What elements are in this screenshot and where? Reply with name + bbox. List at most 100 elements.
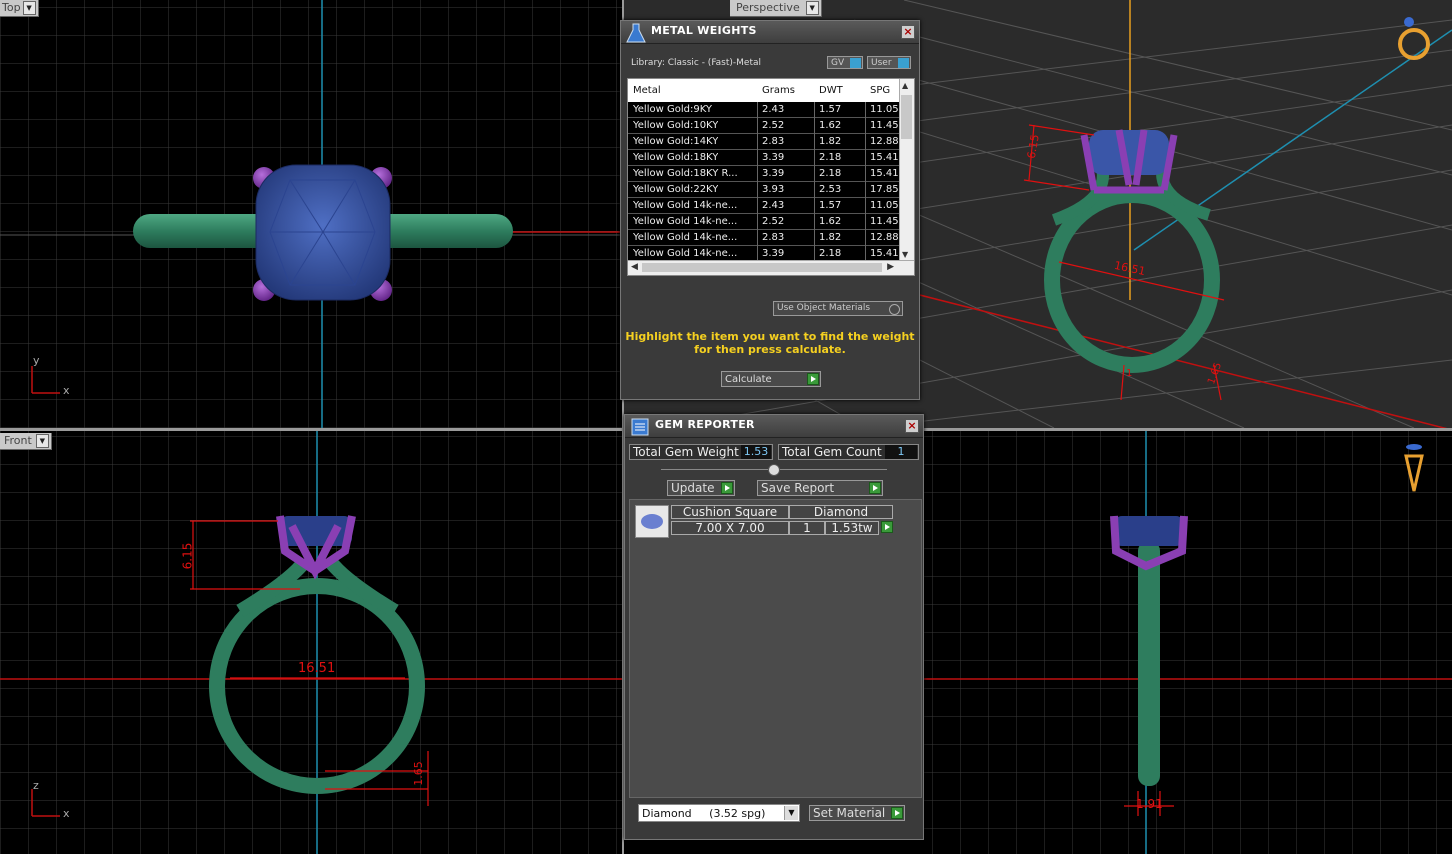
play-arrow-icon xyxy=(721,482,733,494)
table-row[interactable]: Yellow Gold 14k-ne... 2.83 1.82 12.88 xyxy=(628,230,900,246)
viewport-name: Front xyxy=(4,434,32,447)
cell-dwt: 1.62 xyxy=(819,216,842,227)
viewport-label-top[interactable]: Top ▼ xyxy=(0,0,39,17)
axis-label-z: z xyxy=(33,779,39,792)
column-divider xyxy=(814,166,815,182)
cell-metal: Yellow Gold 14k-ne... xyxy=(633,216,738,227)
gem-list[interactable]: Cushion Square Diamond 7.00 X 7.00 1 1.5… xyxy=(629,499,922,798)
table-row[interactable]: Yellow Gold 14k-ne... 2.43 1.57 11.05 xyxy=(628,198,900,214)
table-row[interactable]: Yellow Gold 14k-ne... 2.52 1.62 11.45 xyxy=(628,214,900,230)
column-divider xyxy=(757,150,758,166)
total-gem-weight-value: 1.53 xyxy=(741,445,771,459)
cell-grams: 3.39 xyxy=(762,168,785,179)
cell-metal: Yellow Gold 14k-ne... xyxy=(633,248,738,259)
viewport-dropdown-icon[interactable]: ▼ xyxy=(35,434,49,448)
metal-weights-table[interactable]: Metal Grams DWT SPG Yellow Gold:9KY 2.43 1… xyxy=(627,78,915,276)
cell-metal: Yellow Gold:14KY xyxy=(633,136,719,147)
cell-grams: 3.39 xyxy=(762,152,785,163)
scroll-thumb[interactable] xyxy=(642,263,882,272)
toggle-icon xyxy=(850,58,861,68)
gem-weight-cell: 1.53tw xyxy=(825,521,879,535)
column-divider xyxy=(757,166,758,182)
column-divider xyxy=(757,198,758,214)
metal-weights-titlebar[interactable]: METAL WEIGHTS × xyxy=(621,21,919,44)
close-icon[interactable]: × xyxy=(901,25,915,39)
chevron-down-icon[interactable]: ▼ xyxy=(784,806,798,820)
column-header-grams[interactable]: Grams xyxy=(762,85,795,96)
close-icon[interactable]: × xyxy=(905,419,919,433)
save-report-label: Save Report xyxy=(761,481,835,495)
update-button[interactable]: Update xyxy=(667,480,735,496)
column-divider xyxy=(865,166,866,182)
calculate-label: Calculate xyxy=(725,374,772,385)
table-row[interactable]: Yellow Gold:14KY 2.83 1.82 12.88 xyxy=(628,134,900,150)
scroll-left-icon[interactable]: ◀ xyxy=(631,262,638,272)
column-divider xyxy=(814,198,815,214)
dimension-label: 1.91 xyxy=(1136,797,1163,811)
set-material-button[interactable]: Set Material xyxy=(809,805,905,821)
column-divider xyxy=(814,150,815,166)
material-select[interactable]: Diamond (3.52 spg) ▼ xyxy=(638,804,800,822)
gem-reporter-panel[interactable]: GEM REPORTER × Total Gem Weight 1.53 Tot… xyxy=(624,414,924,840)
cell-grams: 2.52 xyxy=(762,120,785,131)
cushion-gem-thumbnail-icon xyxy=(635,505,669,538)
toggle-icon xyxy=(898,58,909,68)
viewport-dropdown-icon[interactable]: ▼ xyxy=(805,1,819,15)
table-row[interactable]: Yellow Gold:9KY 2.43 1.57 11.05 xyxy=(628,102,900,118)
radio-icon xyxy=(889,304,900,315)
table-vertical-scrollbar[interactable]: ▲ ▼ xyxy=(899,79,914,261)
table-row[interactable]: Yellow Gold:18KY R... 3.39 2.18 15.41 xyxy=(628,166,900,182)
panel-title: GEM REPORTER xyxy=(655,418,755,431)
use-object-materials-label: Use Object Materials xyxy=(777,303,871,313)
cell-grams: 3.39 xyxy=(762,248,785,259)
top-viewport[interactable]: Top ▼ y x xyxy=(0,0,622,428)
use-object-materials-toggle[interactable]: Use Object Materials xyxy=(773,301,903,316)
play-arrow-icon xyxy=(881,521,893,533)
gv-toggle[interactable]: GV xyxy=(827,56,863,69)
dimension-label: 16.51 xyxy=(298,661,336,676)
save-report-button[interactable]: Save Report xyxy=(757,480,883,496)
table-horizontal-scrollbar[interactable]: ◀ ▶ xyxy=(628,260,914,275)
gem-shape-cell: Cushion Square xyxy=(671,505,789,519)
column-header-spg[interactable]: SPG xyxy=(870,85,890,96)
user-toggle[interactable]: User xyxy=(867,56,911,69)
viewport-dropdown-icon[interactable]: ▼ xyxy=(22,1,36,15)
cell-metal: Yellow Gold:22KY xyxy=(633,184,719,195)
table-row[interactable]: Yellow Gold:22KY 3.93 2.53 17.85 xyxy=(628,182,900,198)
dimension-label: 1 xyxy=(1126,368,1133,379)
gem-reporter-titlebar[interactable]: GEM REPORTER × xyxy=(625,415,923,438)
calculate-button[interactable]: Calculate xyxy=(721,371,821,387)
column-divider xyxy=(865,214,866,230)
metal-weights-panel[interactable]: METAL WEIGHTS × Library: Classic - (Fast… xyxy=(620,20,920,400)
front-viewport[interactable]: Front ▼ 6.15 16.51 1.65 z x xyxy=(0,431,622,854)
scroll-right-icon[interactable]: ▶ xyxy=(887,262,894,272)
gem-count-cell: 1 xyxy=(789,521,825,535)
total-gem-count-value: 1 xyxy=(885,445,917,459)
total-gem-weight-field: Total Gem Weight 1.53 xyxy=(629,444,773,460)
right-viewport[interactable]: 1.91 xyxy=(924,431,1452,854)
column-header-metal[interactable]: Metal xyxy=(633,85,661,96)
gem-material-cell: Diamond xyxy=(789,505,893,519)
front-viewport-scene xyxy=(0,431,622,854)
cell-metal: Yellow Gold:9KY xyxy=(633,104,712,115)
scroll-thumb[interactable] xyxy=(901,95,912,139)
scroll-down-icon[interactable]: ▼ xyxy=(902,250,908,259)
gem-row[interactable]: Cushion Square Diamond 7.00 X 7.00 1 1.5… xyxy=(635,505,895,539)
table-row[interactable]: Yellow Gold:18KY 3.39 2.18 15.41 xyxy=(628,150,900,166)
viewport-label-front[interactable]: Front ▼ xyxy=(0,433,52,450)
library-label: Library: Classic - (Fast)-Metal xyxy=(631,58,762,68)
column-divider xyxy=(757,230,758,246)
slider-handle-icon[interactable] xyxy=(768,464,780,476)
column-header-dwt[interactable]: DWT xyxy=(819,85,843,96)
column-divider xyxy=(814,214,815,230)
cell-grams: 2.83 xyxy=(762,136,785,147)
viewport-label-perspective[interactable]: Perspective ▼ xyxy=(730,0,822,17)
cell-spg: 11.05 xyxy=(870,104,899,115)
table-header: Metal Grams DWT SPG xyxy=(628,79,900,102)
material-select-value: Diamond (3.52 spg) xyxy=(642,807,766,820)
table-row[interactable]: Yellow Gold:10KY 2.52 1.62 11.45 xyxy=(628,118,900,134)
column-divider xyxy=(757,102,758,118)
scroll-up-icon[interactable]: ▲ xyxy=(902,81,908,90)
gem-row-action-button[interactable] xyxy=(879,521,893,535)
cell-dwt: 1.82 xyxy=(819,232,842,243)
